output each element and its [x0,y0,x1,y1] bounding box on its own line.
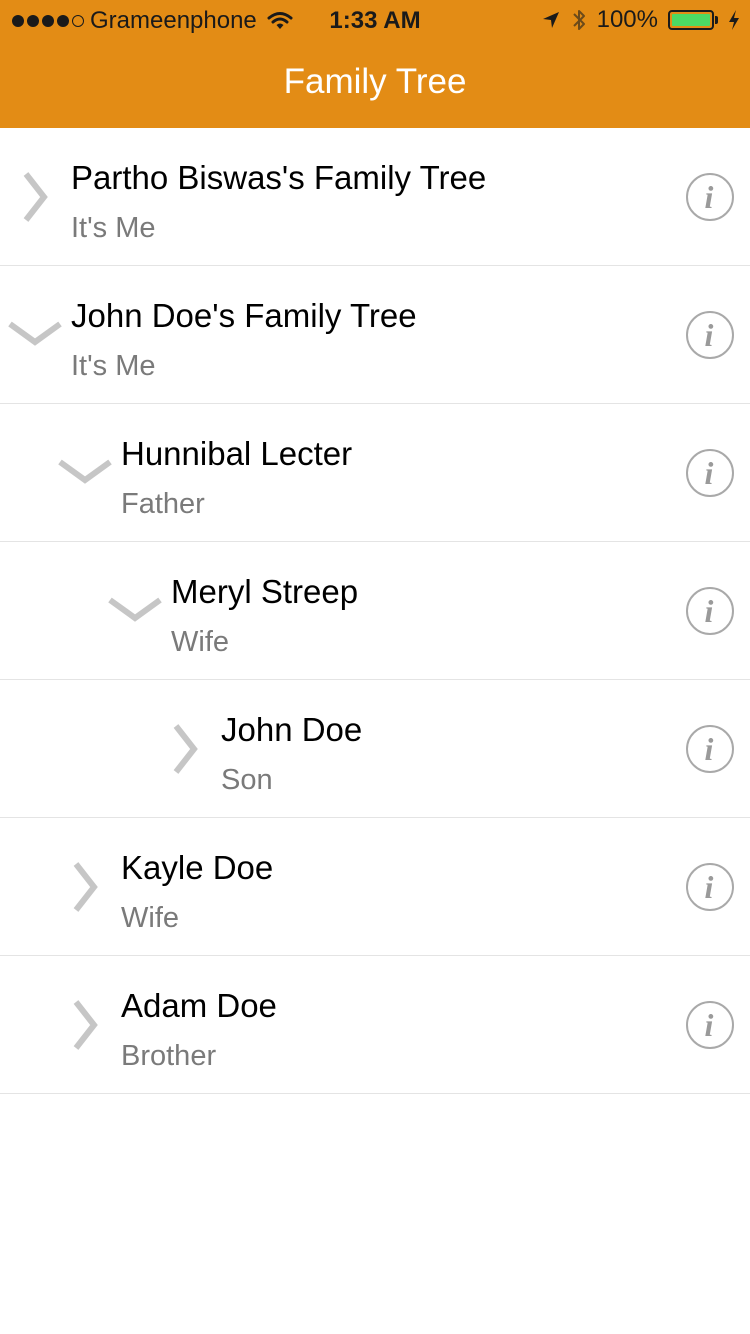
battery-tip [715,16,718,24]
list-item[interactable]: Kayle Doe Wife i [0,818,750,956]
chevron-right-icon[interactable] [72,998,98,1052]
row-subtitle: It's Me [71,212,156,244]
info-button[interactable]: i [686,449,734,497]
row-title: John Doe's Family Tree [71,297,417,334]
info-icon: i [704,179,714,215]
list-item[interactable]: Meryl Streep Wife i [0,542,750,680]
info-button[interactable]: i [686,587,734,635]
row-subtitle: Father [121,488,205,520]
row-subtitle: It's Me [71,350,156,382]
list-item[interactable]: Partho Biswas's Family Tree It's Me i [0,128,750,266]
location-arrow-icon [542,12,559,28]
info-button[interactable]: i [686,863,734,911]
row-title: Adam Doe [121,987,277,1024]
bluetooth-icon [572,10,585,30]
charging-bolt-icon [729,10,739,30]
chevron-right-icon[interactable] [72,860,98,914]
row-subtitle: Brother [121,1040,217,1072]
row-subtitle: Wife [121,902,179,934]
chevron-down-icon[interactable] [58,458,112,488]
row-title: Kayle Doe [121,849,274,886]
list-item[interactable]: John Doe Son i [0,680,750,818]
chevron-right-icon[interactable] [172,722,198,776]
info-button[interactable]: i [686,311,734,359]
info-icon: i [704,869,714,905]
battery-icon [668,10,718,30]
info-button[interactable]: i [686,1001,734,1049]
page-title: Family Tree [283,62,467,101]
row-title: John Doe [221,711,363,748]
row-title: Partho Biswas's Family Tree [71,159,487,196]
battery-level [672,14,710,26]
status-bar: Grameenphone 1:33 AM 100% [0,0,750,40]
chevron-right-icon[interactable] [22,170,48,224]
row-title: Meryl Streep [171,573,359,610]
row-title: Hunnibal Lecter [121,435,353,472]
info-icon: i [704,731,714,767]
battery-body [668,10,714,30]
family-tree-list: Partho Biswas's Family Tree It's Me i Jo… [0,128,750,1094]
row-subtitle: Wife [171,626,229,658]
list-item[interactable]: Adam Doe Brother i [0,956,750,1094]
chevron-down-icon[interactable] [108,596,162,626]
row-subtitle: Son [221,764,273,796]
info-icon: i [704,455,714,491]
navigation-header: Grameenphone 1:33 AM 100% Family Tree [0,0,750,128]
list-item[interactable]: John Doe's Family Tree It's Me i [0,266,750,404]
info-button[interactable]: i [686,173,734,221]
list-item[interactable]: Hunnibal Lecter Father i [0,404,750,542]
info-icon: i [704,593,714,629]
info-icon: i [704,317,714,353]
battery-percent: 100% [596,6,658,33]
info-icon: i [704,1007,714,1043]
info-button[interactable]: i [686,725,734,773]
chevron-down-icon[interactable] [8,320,62,350]
status-right: 100% [541,6,740,34]
